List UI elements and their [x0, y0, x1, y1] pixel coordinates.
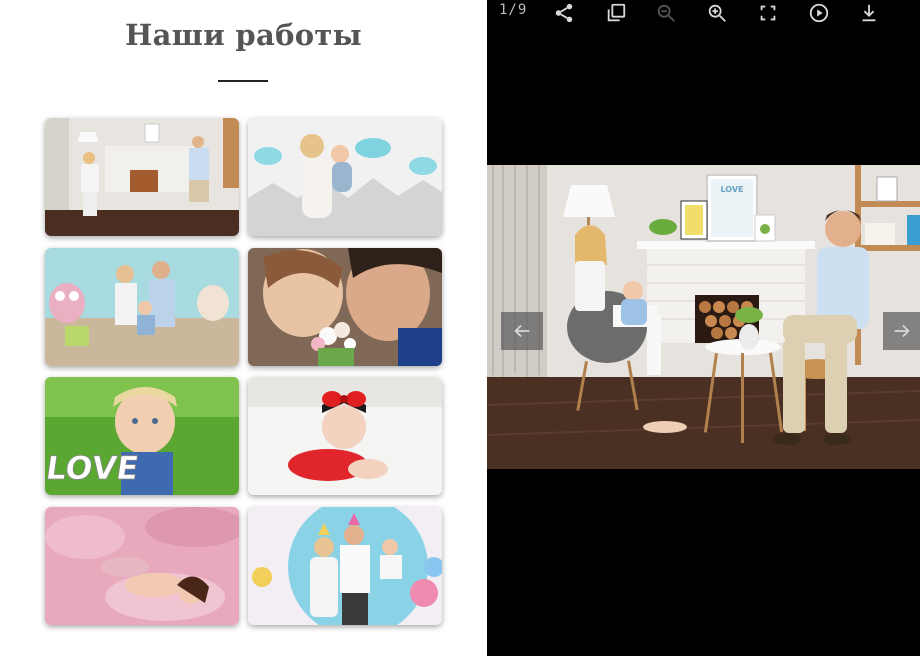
family-studio-image: [45, 118, 239, 236]
zoom-in-icon[interactable]: [702, 0, 732, 26]
arrow-right-icon: [894, 324, 910, 338]
family-balloons-image: [248, 507, 442, 625]
download-icon[interactable]: [854, 0, 884, 26]
arrow-left-icon: [514, 324, 530, 338]
image-counter: 1/9: [499, 2, 528, 18]
mother-baby-image: [248, 118, 442, 236]
pink-fur-image: [45, 507, 239, 625]
copy-icon[interactable]: [601, 0, 631, 26]
thumbnail-family-balloons[interactable]: [248, 507, 442, 625]
thumbnail-pink-fur[interactable]: [45, 507, 239, 625]
gallery-title: Наши работы: [124, 18, 363, 52]
next-image-button[interactable]: [883, 312, 920, 350]
poster-line-4: DO: [727, 213, 737, 220]
family-owls-image: [45, 248, 239, 366]
lightbox: 1/9 LOVE WHAT YOU DO: [487, 0, 920, 656]
lightbox-main-image: LOVE WHAT YOU DO: [487, 165, 920, 469]
poster-line-2: WHAT: [723, 197, 741, 204]
gallery-panel: Наши работы LOVE: [0, 0, 487, 656]
zoom-out-icon[interactable]: [651, 0, 681, 26]
thumbnail-couple-flowers[interactable]: [248, 248, 442, 366]
thumbnail-child-love[interactable]: LOVE: [45, 377, 239, 495]
fullscreen-icon[interactable]: [753, 0, 783, 26]
poster-line-1: LOVE: [720, 185, 743, 194]
couple-flowers-image: [248, 248, 442, 366]
play-icon[interactable]: [804, 0, 834, 26]
thumbnail-baby-bow[interactable]: [248, 377, 442, 495]
love-sign-text: LOVE: [45, 449, 141, 487]
baby-bow-image: [248, 377, 442, 495]
page: Наши работы LOVE 1/9 LOVE WHAT YOU DO: [0, 0, 920, 656]
prev-image-button[interactable]: [501, 312, 543, 350]
thumbnail-family-owls[interactable]: [45, 248, 239, 366]
child-love-image: LOVE: [45, 377, 239, 495]
title-divider: [218, 80, 268, 82]
family-studio-large-image: LOVE WHAT YOU DO: [487, 165, 920, 469]
share-icon[interactable]: [549, 0, 579, 26]
thumbnail-family-studio[interactable]: [45, 118, 239, 236]
poster-line-3: YOU: [725, 205, 738, 212]
thumbnail-mother-baby[interactable]: [248, 118, 442, 236]
